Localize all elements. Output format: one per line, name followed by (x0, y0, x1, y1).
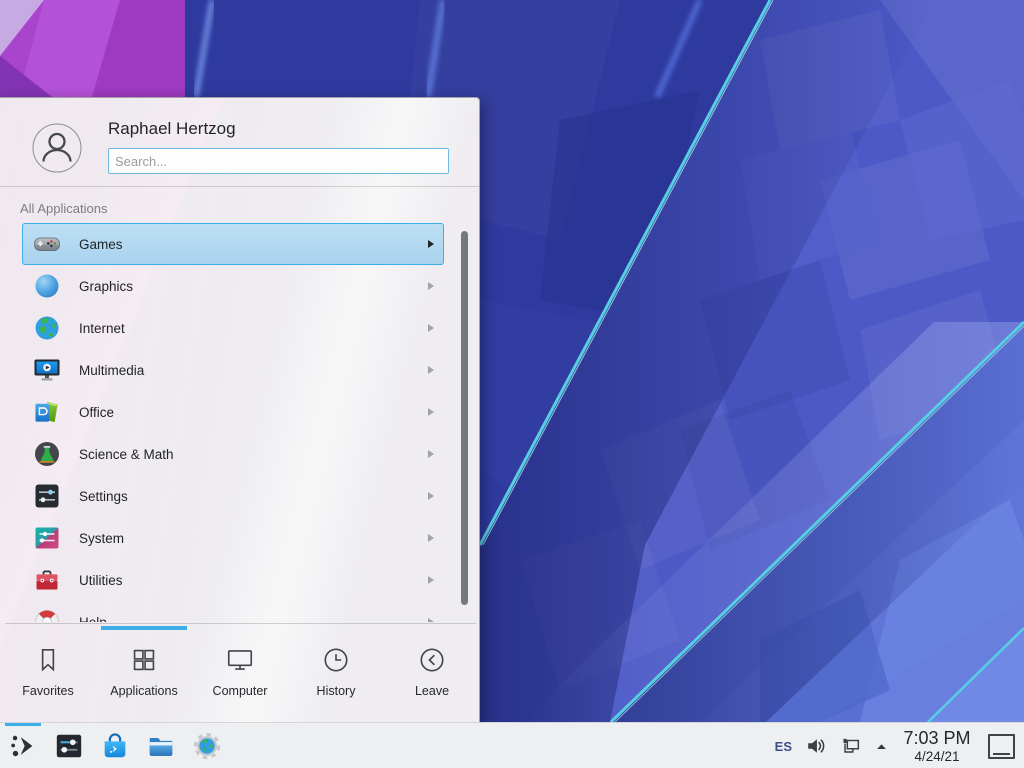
menu-category-settings[interactable]: Settings (22, 475, 444, 517)
launcher-header: Raphael Hertzog (0, 98, 479, 187)
menu-category-internet[interactable]: Internet (22, 307, 444, 349)
system-tray: ES 7:03 PM 4/24/21 (775, 723, 1024, 768)
submenu-arrow-icon (428, 282, 434, 290)
clock-icon (321, 645, 351, 675)
taskbar-web-browser[interactable] (184, 723, 230, 768)
system-settings-icon (54, 731, 84, 761)
dolphin-icon (146, 731, 176, 761)
discover-icon (100, 731, 130, 761)
menu-category-multimedia[interactable]: Multimedia (22, 349, 444, 391)
tab-favorites[interactable]: Favorites (0, 623, 96, 723)
submenu-arrow-icon (428, 534, 434, 542)
submenu-arrow-icon (428, 324, 434, 332)
grid-icon (129, 645, 159, 675)
application-launcher-menu: Raphael Hertzog All Applications Games G… (0, 97, 480, 722)
keyboard-layout-indicator[interactable]: ES (775, 739, 792, 754)
network-wired-icon[interactable] (840, 735, 862, 757)
taskbar-application-launcher[interactable] (0, 723, 46, 768)
submenu-arrow-icon (428, 240, 434, 248)
utilities-icon (33, 566, 61, 594)
taskbar-discover[interactable] (92, 723, 138, 768)
submenu-arrow-icon (428, 576, 434, 584)
tray-icons (805, 735, 888, 757)
tab-history[interactable]: History (288, 623, 384, 723)
system-icon (33, 524, 61, 552)
tab-applications[interactable]: Applications (96, 623, 192, 723)
submenu-arrow-icon (428, 408, 434, 416)
multimedia-icon (33, 356, 61, 384)
category-list: Games Graphics Internet Multimedia Offic… (0, 222, 480, 622)
scrollbar-thumb[interactable] (461, 231, 468, 605)
globe-icon (33, 314, 61, 342)
menu-category-graphics[interactable]: Graphics (22, 265, 444, 307)
taskbar-file-manager[interactable] (138, 723, 184, 768)
tray-expander-icon[interactable] (875, 740, 888, 753)
clock-time: 7:03 PM (901, 729, 973, 747)
menu-category-help[interactable]: Help (22, 601, 444, 622)
submenu-arrow-icon (428, 492, 434, 500)
show-desktop-button[interactable] (988, 734, 1015, 759)
tab-leave[interactable]: Leave (384, 623, 480, 723)
settings-icon (33, 482, 61, 510)
menu-category-games[interactable]: Games (22, 223, 444, 265)
kickoff-icon (8, 731, 38, 761)
search-input[interactable] (108, 148, 449, 174)
browser-icon (192, 731, 222, 761)
taskbar-system-settings[interactable] (46, 723, 92, 768)
office-icon (33, 398, 61, 426)
submenu-arrow-icon (428, 618, 434, 622)
bookmark-icon (33, 645, 63, 675)
science-icon (33, 440, 61, 468)
clock-date: 4/24/21 (901, 750, 973, 764)
submenu-arrow-icon (428, 366, 434, 374)
menu-category-office[interactable]: Office (22, 391, 444, 433)
menu-category-science-math[interactable]: Science & Math (22, 433, 444, 475)
submenu-arrow-icon (428, 450, 434, 458)
digital-clock[interactable]: 7:03 PM 4/24/21 (901, 729, 973, 764)
launcher-tab-bar: Favorites Applications Computer History … (0, 623, 480, 723)
menu-category-utilities[interactable]: Utilities (22, 559, 444, 601)
help-icon (33, 608, 61, 622)
desktop: Raphael Hertzog All Applications Games G… (0, 0, 1024, 768)
tab-computer[interactable]: Computer (192, 623, 288, 723)
gamepad-icon (33, 230, 61, 258)
section-label: All Applications (20, 201, 107, 216)
volume-icon[interactable] (805, 735, 827, 757)
leave-icon (417, 645, 447, 675)
user-name: Raphael Hertzog (108, 119, 236, 139)
graphics-icon (33, 272, 61, 300)
menu-category-system[interactable]: System (22, 517, 444, 559)
taskbar-launchers (0, 723, 230, 768)
user-avatar-icon (32, 123, 82, 173)
computer-icon (225, 645, 255, 675)
taskbar: ES 7:03 PM 4/24/21 (0, 722, 1024, 768)
